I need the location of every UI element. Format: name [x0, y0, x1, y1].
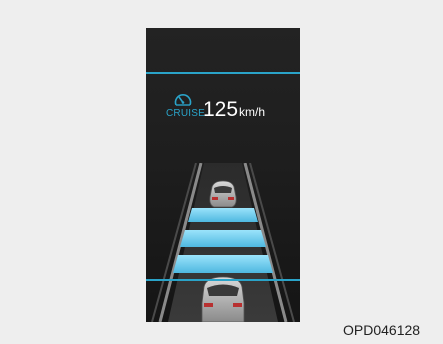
- set-speed-value: 125: [203, 98, 239, 121]
- manual-illustration-page: CRUISE 125km/h OPD046128: [0, 0, 443, 344]
- cruise-label: CRUISE: [166, 108, 205, 119]
- road-scene: [151, 163, 295, 322]
- distance-bar-3: [173, 255, 273, 273]
- own-vehicle: [201, 276, 245, 322]
- distance-bar-1: [188, 208, 258, 222]
- figure-code: OPD046128: [343, 322, 421, 338]
- top-divider-line: [146, 72, 300, 74]
- set-speed-readout: 125km/h: [203, 98, 297, 124]
- cruise-control-icon: [174, 94, 192, 106]
- bottom-divider-line: [146, 279, 300, 281]
- speed-unit: km/h: [239, 105, 266, 119]
- cruise-indicator: CRUISE: [166, 92, 205, 126]
- front-vehicle: [209, 180, 237, 208]
- distance-bar-2: [180, 230, 266, 247]
- instrument-cluster-display: CRUISE 125km/h: [146, 28, 300, 322]
